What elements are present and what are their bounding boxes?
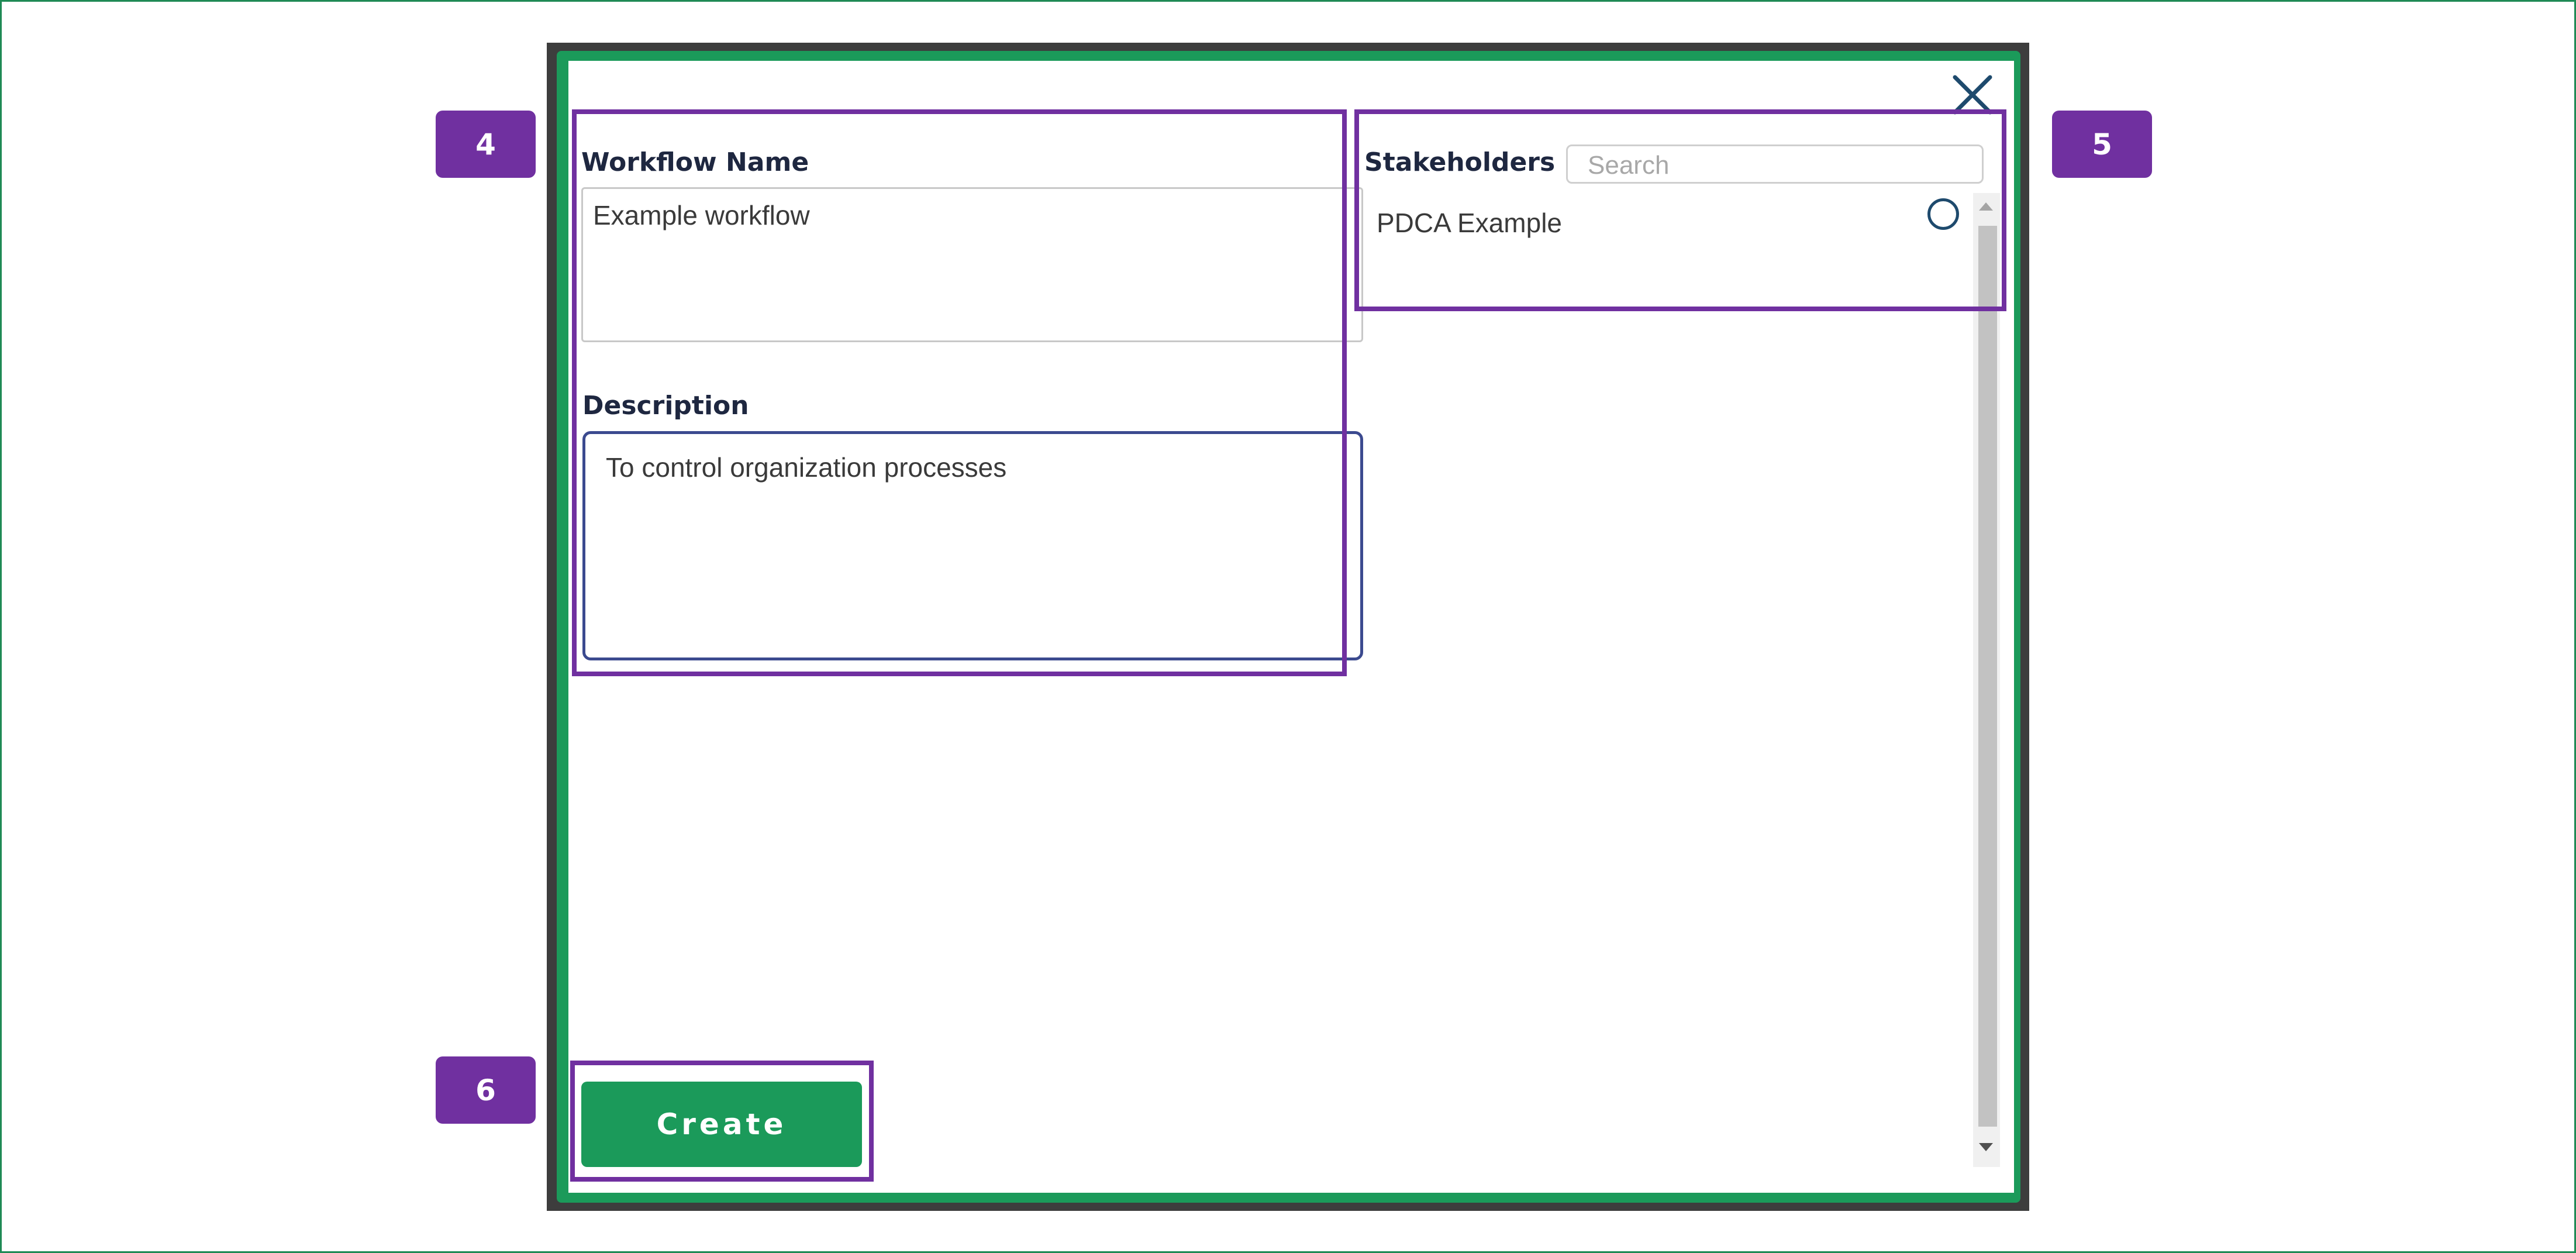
callout-badge-4: 4 xyxy=(436,111,536,178)
callout-badge-6: 6 xyxy=(436,1056,536,1124)
highlight-box-4 xyxy=(572,109,1347,676)
scroll-down-arrow-icon[interactable] xyxy=(1979,1143,1993,1151)
scrollbar-thumb[interactable] xyxy=(1978,226,1997,1127)
highlight-box-5 xyxy=(1354,109,2006,311)
callout-badge-5: 5 xyxy=(2052,111,2152,178)
highlight-box-6 xyxy=(570,1061,874,1182)
